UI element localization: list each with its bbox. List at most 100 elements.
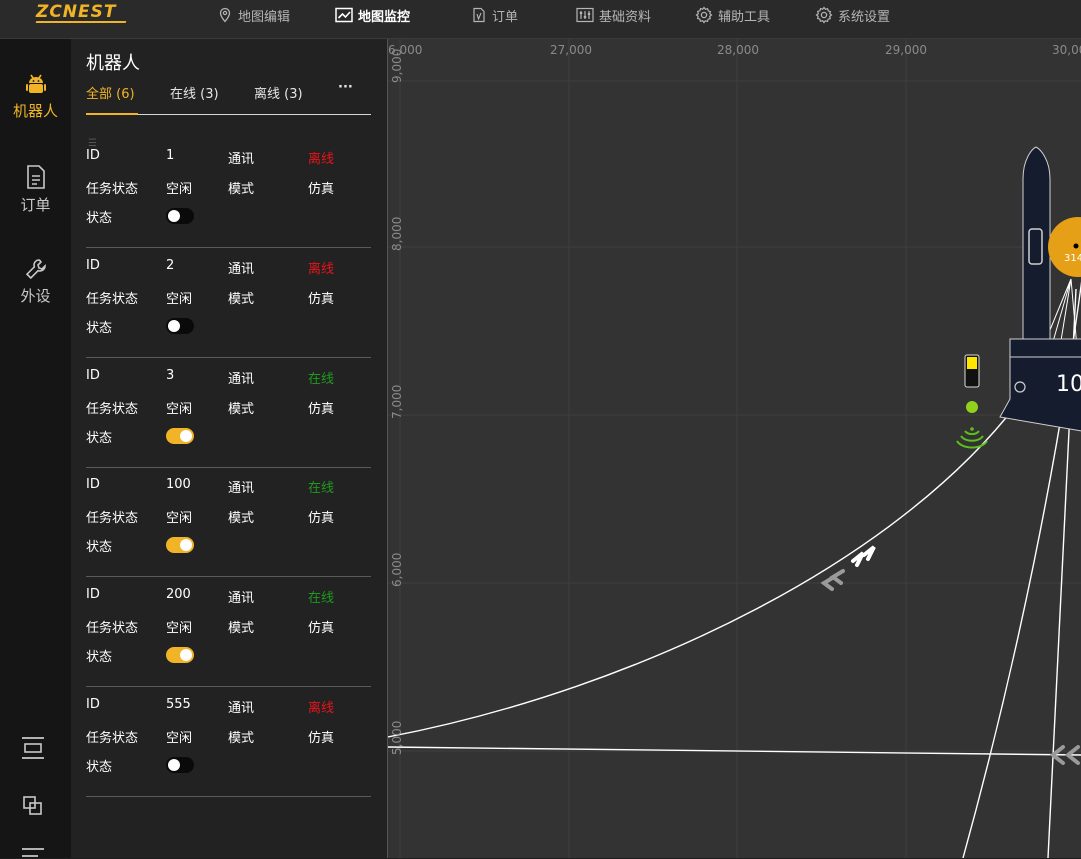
tab-all[interactable]: 全部 (6) <box>86 83 135 102</box>
task-status: 空闲 <box>166 182 193 197</box>
wifi-signal-icon <box>956 427 988 449</box>
list-icon[interactable] <box>20 847 46 859</box>
map-svg[interactable] <box>388 39 1081 858</box>
robot-card[interactable]: ID 200 通讯 在线 任务状态 空闲 模式 仿真 状态 <box>86 577 371 687</box>
mode-label: 模式 <box>228 182 255 197</box>
task-status-label: 任务状态 <box>86 182 139 197</box>
status-toggle[interactable] <box>166 318 194 334</box>
robot-panel: 机器人 全部 (6) 在线 (3) 离线 (3) ··· ☰ ID 1 通讯 离… <box>71 39 387 858</box>
status-label: 状态 <box>86 760 113 775</box>
nav-label: 系统设置 <box>838 9 891 25</box>
task-status-label: 任务状态 <box>86 511 139 526</box>
nav-order[interactable]: 订单 <box>471 0 518 30</box>
monitor-chart-icon <box>335 7 353 23</box>
comm-status: 在线 <box>308 591 335 606</box>
robot-id-label: 10 <box>1056 372 1081 397</box>
mode-label: 模式 <box>228 621 255 636</box>
mode-value: 仿真 <box>308 292 335 307</box>
x-tick: 30,00 <box>1052 43 1081 57</box>
sliders-icon <box>576 7 594 23</box>
status-toggle[interactable] <box>166 757 194 773</box>
rail-label: 订单 <box>20 196 51 214</box>
robot-id: 1 <box>166 148 175 163</box>
task-status-label: 任务状态 <box>86 402 139 417</box>
gear-icon <box>695 6 713 24</box>
task-status-label: 任务状态 <box>86 621 139 636</box>
task-status-label: 任务状态 <box>86 292 139 307</box>
y-tick: 7,000 <box>390 384 404 419</box>
y-tick: 6,000 <box>390 552 404 587</box>
layers-icon[interactable] <box>20 794 46 818</box>
active-tab-underline <box>86 113 138 115</box>
status-label: 状态 <box>86 650 113 665</box>
task-status: 空闲 <box>166 402 193 417</box>
gear-icon <box>815 6 833 24</box>
robot-card[interactable]: ID 1 通讯 离线 任务状态 空闲 模式 仿真 状态 <box>86 138 371 248</box>
nav-label: 辅助工具 <box>718 9 771 25</box>
mode-label: 模式 <box>228 511 255 526</box>
nav-label: 地图编辑 <box>238 9 291 25</box>
mode-value: 仿真 <box>308 731 335 746</box>
robot-filter-tabs: 全部 (6) 在线 (3) 离线 (3) ··· <box>86 80 371 115</box>
mode-value: 仿真 <box>308 182 335 197</box>
status-toggle[interactable] <box>166 537 194 553</box>
rail-item-orders[interactable]: 订单 <box>0 164 71 215</box>
x-tick: 27,000 <box>550 43 592 57</box>
nav-map-edit[interactable]: 地图编辑 <box>217 0 290 30</box>
more-tabs-button[interactable]: ··· <box>338 80 353 95</box>
comm-label: 通讯 <box>228 152 255 167</box>
task-status: 空闲 <box>166 621 193 636</box>
comm-status: 离线 <box>308 152 335 167</box>
id-label: ID <box>86 148 100 163</box>
rail-item-robots[interactable]: 机器人 <box>0 72 71 121</box>
status-toggle[interactable] <box>166 428 194 444</box>
task-status: 空闲 <box>166 731 193 746</box>
nav-aux-tools[interactable]: 辅助工具 <box>695 0 770 30</box>
status-label: 状态 <box>86 540 113 555</box>
status-label: 状态 <box>86 211 113 226</box>
map-canvas[interactable]: 6,000 27,000 28,000 29,000 30,00 9,000 8… <box>387 39 1081 858</box>
robot-card[interactable]: ID 2 通讯 离线 任务状态 空闲 模式 仿真 状态 <box>86 248 371 358</box>
tab-offline[interactable]: 离线 (3) <box>254 83 303 102</box>
robot-card[interactable]: ID 3 通讯 在线 任务状态 空闲 模式 仿真 状态 <box>86 358 371 468</box>
comm-status: 在线 <box>308 481 335 496</box>
nav-system-settings[interactable]: 系统设置 <box>815 0 890 30</box>
nav-map-monitor[interactable]: 地图监控 <box>335 0 410 30</box>
document-icon <box>473 7 485 23</box>
layout-icon[interactable] <box>20 736 46 760</box>
robot-id: 3 <box>166 368 175 383</box>
mode-value: 仿真 <box>308 402 335 417</box>
route-curve <box>388 388 1029 738</box>
panel-title: 机器人 <box>86 53 140 74</box>
mode-label: 模式 <box>228 402 255 417</box>
robot-card[interactable]: ID 100 通讯 在线 任务状态 空闲 模式 仿真 状态 <box>86 467 371 577</box>
x-tick: 29,000 <box>885 43 927 57</box>
rail-label: 外设 <box>20 287 51 305</box>
nav-label: 地图监控 <box>358 9 411 25</box>
rail-label: 机器人 <box>12 102 58 120</box>
comm-status: 离线 <box>308 262 335 277</box>
robot-id: 200 <box>166 587 191 602</box>
comm-label: 通讯 <box>228 262 255 277</box>
android-robot-icon <box>25 74 46 93</box>
rail-item-peripherals[interactable]: 外设 <box>0 257 71 306</box>
nav-label: 订单 <box>492 9 519 25</box>
station-label: 314 <box>1064 253 1081 264</box>
left-rail: 机器人 订单 外设 <box>0 39 71 858</box>
comm-status: 在线 <box>308 372 335 387</box>
id-label: ID <box>86 258 100 273</box>
status-toggle[interactable] <box>166 208 194 224</box>
comm-label: 通讯 <box>228 372 255 387</box>
nav-base-data[interactable]: 基础资料 <box>576 0 651 30</box>
id-label: ID <box>86 477 100 492</box>
tab-online[interactable]: 在线 (3) <box>170 83 219 102</box>
comm-status: 离线 <box>308 701 335 716</box>
robot-id: 100 <box>166 477 191 492</box>
mode-value: 仿真 <box>308 621 335 636</box>
mode-label: 模式 <box>228 731 255 746</box>
status-label: 状态 <box>86 431 113 446</box>
status-toggle[interactable] <box>166 647 194 663</box>
top-bar: ZCNEST 地图编辑 地图监控 订单 基础资料 辅助工具 系统设置 <box>0 0 1081 39</box>
map-pin-icon <box>219 7 231 23</box>
robot-card[interactable]: ID 555 通讯 离线 任务状态 空闲 模式 仿真 状态 <box>86 687 371 797</box>
